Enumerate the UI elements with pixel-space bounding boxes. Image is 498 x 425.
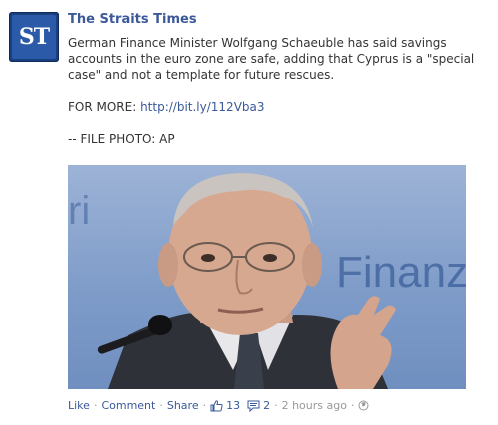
photo-illustration — [97, 173, 396, 389]
globe-icon — [358, 400, 369, 411]
likes-count[interactable]: 13 — [226, 399, 240, 412]
photo-credit: -- FILE PHOTO: AP — [68, 132, 175, 146]
separator-dot: · — [350, 399, 355, 412]
post-message: German Finance Minister Wolfgang Schaeub… — [68, 35, 488, 147]
separator-dot: · — [274, 399, 278, 412]
for-more-label: FOR MORE: — [68, 100, 141, 114]
action-bar: Like · Comment · Share · 13 2 · 2 hours … — [68, 399, 369, 412]
separator-dot: · — [93, 399, 98, 412]
separator-dot: · — [159, 399, 163, 412]
post-text: German Finance Minister Wolfgang Schaeub… — [68, 36, 475, 82]
for-more-line: FOR MORE: http://bit.ly/112Vba3 — [68, 99, 488, 115]
page-name-link[interactable]: The Straits Times — [68, 12, 197, 27]
page-avatar[interactable]: ST — [9, 12, 59, 62]
timestamp[interactable]: 2 hours ago — [282, 399, 347, 412]
thumbs-up-icon[interactable] — [210, 399, 223, 412]
separator-dot: · — [202, 399, 207, 412]
comment-icon[interactable] — [247, 400, 260, 412]
comments-count[interactable]: 2 — [263, 399, 270, 412]
for-more-link[interactable]: http://bit.ly/112Vba3 — [140, 100, 264, 114]
avatar-logo: ST — [12, 15, 56, 59]
like-link[interactable]: Like — [68, 399, 90, 412]
share-link[interactable]: Share — [167, 399, 199, 412]
post-photo[interactable]: ri Finanzen — [68, 165, 466, 389]
comment-link[interactable]: Comment — [101, 399, 155, 412]
avatar-text: ST — [18, 24, 50, 50]
